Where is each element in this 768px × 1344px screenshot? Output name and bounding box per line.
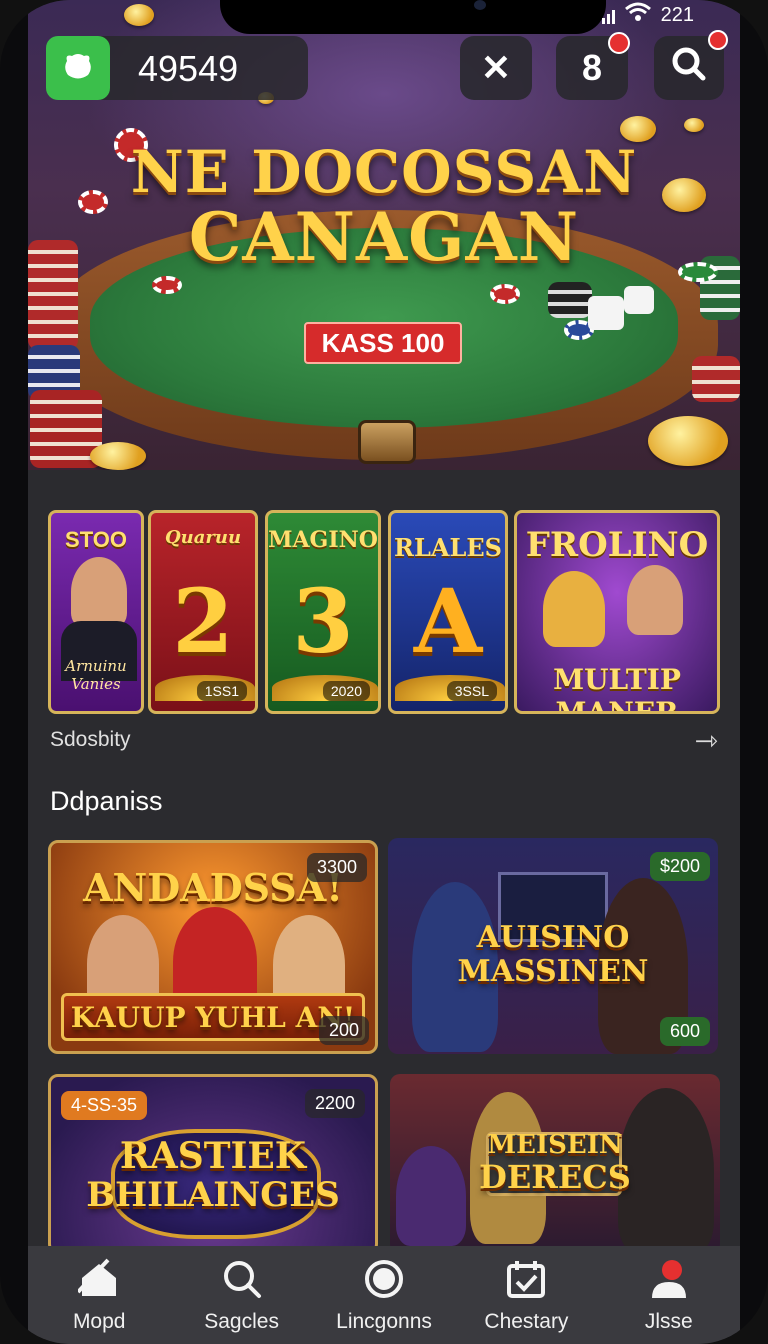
notification-dot	[608, 32, 630, 54]
promo-card[interactable]: MEISEIN DERECS	[390, 1074, 720, 1254]
bottom-navigation: Mopd Sagcles Lincgonns Chestary Jlsse	[28, 1246, 740, 1344]
nav-label: Sagcles	[204, 1310, 279, 1333]
section-link[interactable]: Sdosbity	[50, 728, 131, 752]
app-screen: NE DOCOSSAN CANAGAN KASS 100 221 49549 ✕…	[28, 0, 740, 1344]
notifications-button[interactable]: 8	[556, 32, 630, 100]
game-tile[interactable]: FROLINO MULTIP MANER	[514, 510, 720, 714]
game-tile-title: Quaruu	[164, 527, 242, 548]
game-tile-title: RLALES	[394, 533, 502, 562]
poker-chip	[490, 284, 520, 304]
gold-coin	[90, 442, 146, 470]
search-icon	[223, 1261, 261, 1298]
game-tile-portrait	[543, 571, 605, 647]
home-icon	[78, 1258, 117, 1296]
promo-headline-line1: AUISINO	[476, 920, 630, 955]
section-title: Ddpaniss	[50, 786, 163, 816]
game-tile-portrait	[627, 565, 683, 635]
wifi-icon	[624, 2, 651, 28]
close-button[interactable]: ✕	[460, 36, 532, 100]
balance-value: 49549	[138, 48, 239, 89]
game-tile-subtitle: MULTIP MANER	[553, 663, 681, 714]
arrow-right-icon[interactable]: ⇾	[695, 724, 718, 757]
game-tile-title: MAGINO	[268, 527, 378, 553]
promo-value: 200	[318, 1016, 369, 1045]
search-icon	[670, 45, 708, 92]
promo-value: 3300	[306, 853, 367, 882]
dice	[588, 296, 624, 330]
game-tile[interactable]: Quaruu 2 1SS1	[148, 510, 258, 714]
game-tile-number: 2	[172, 569, 234, 673]
balance-widget[interactable]: 49549	[46, 36, 308, 100]
nav-label: Jlsse	[644, 1310, 693, 1333]
promo-card[interactable]: ANDADSSA! KAUUP YUHL AN! 3300 200	[48, 840, 378, 1054]
promo-value: 600	[659, 1017, 710, 1046]
poker-chip	[152, 276, 182, 294]
wallet-icon	[46, 36, 110, 100]
game-tile-count: 3SSL	[446, 681, 497, 701]
hero-title-line2: CANAGAN	[188, 198, 580, 276]
phone-frame: NE DOCOSSAN CANAGAN KASS 100 221 49549 ✕…	[0, 0, 768, 1344]
promo-headline-line1: MEISEIN	[487, 1130, 623, 1160]
dice	[624, 286, 654, 314]
calendar-check-icon	[507, 1261, 546, 1298]
signal-icon	[601, 6, 615, 24]
promo-headline-line2: BHILAINGES	[86, 1175, 340, 1215]
hero-title-line1: NE DOCOSSAN	[130, 138, 638, 206]
game-tile-portrait	[71, 557, 127, 627]
camera-notch	[220, 0, 606, 34]
status-bar: 221	[601, 2, 694, 28]
promo-headline-line2: DERECS	[479, 1158, 631, 1196]
promo-card[interactable]: AUISINO MASSINEN $200 600	[388, 838, 718, 1054]
game-tile-number: 3	[292, 569, 354, 673]
game-tile-count: 1SS1	[196, 681, 247, 701]
game-tile[interactable]: RLALES A 3SSL	[388, 510, 508, 714]
game-tile-letter: A	[413, 569, 483, 673]
close-icon: ✕	[480, 47, 512, 88]
nav-item-home[interactable]: Mopd	[28, 1246, 170, 1344]
search-button[interactable]	[654, 30, 728, 100]
chip-stack	[692, 356, 740, 402]
nav-label: Chestary	[484, 1310, 569, 1333]
game-tile-title: FROLINO	[525, 525, 709, 565]
dice-cup	[358, 420, 416, 464]
notification-dot	[708, 30, 728, 50]
promo-headline-line2: MASSINEN	[457, 954, 649, 989]
nav-item-calendar[interactable]: Chestary	[455, 1246, 597, 1344]
promo-tag: 4-SS-35	[61, 1091, 148, 1120]
gold-coin	[684, 118, 704, 132]
promo-value: $200	[649, 852, 710, 881]
notifications-count: 8	[581, 47, 603, 88]
circle-icon	[365, 1260, 404, 1298]
nav-item-center[interactable]: Lincgonns	[313, 1246, 455, 1344]
nav-label: Mopd	[72, 1310, 126, 1333]
game-tile[interactable]: MAGINO 3 2020	[265, 510, 381, 714]
camera-lens	[474, 0, 486, 10]
nav-item-search[interactable]: Sagcles	[170, 1246, 312, 1344]
promo-headline-line1: RASTIEK	[119, 1135, 307, 1177]
clock: 221	[660, 3, 694, 26]
profile-icon	[651, 1260, 686, 1298]
game-tile-count: 2020	[322, 681, 370, 701]
game-tile-subtitle: Arnuinu Vanies	[65, 657, 127, 693]
gold-coin	[648, 416, 728, 466]
promo-card[interactable]: RASTIEK BHILAINGES 4-SS-35 2200	[48, 1074, 378, 1254]
promo-value: 2200	[304, 1089, 365, 1118]
chip-stack	[548, 282, 592, 318]
game-tile-title: STOO	[65, 527, 127, 552]
game-tile[interactable]: STOO Arnuinu Vanies	[48, 510, 144, 714]
hero-badge[interactable]: KASS 100	[304, 322, 462, 364]
nav-label: Lincgonns	[336, 1310, 432, 1333]
gold-coin	[124, 4, 154, 26]
nav-item-profile[interactable]: Jlsse	[598, 1246, 740, 1344]
